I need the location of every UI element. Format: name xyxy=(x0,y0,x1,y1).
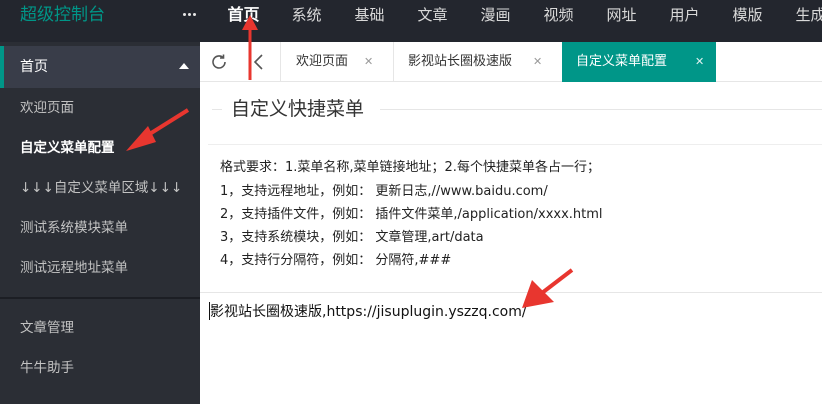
nav-item-url[interactable]: 网址 xyxy=(590,0,653,30)
nav-item-article[interactable]: 文章 xyxy=(401,0,464,30)
close-icon[interactable]: ✕ xyxy=(533,42,542,82)
top-nav: 首页 系统 基础 文章 漫画 视频 网址 用户 模版 生成 xyxy=(212,0,822,30)
tab-bar: 欢迎页面 ✕ 影视站长圈极速版 ✕ 自定义菜单配置 ✕ xyxy=(200,42,822,82)
caret-up-icon xyxy=(179,63,189,69)
refresh-icon[interactable] xyxy=(210,53,228,71)
textarea-value: 影视站长圈极速版,https://jisuplugin.yszzq.com/ xyxy=(210,304,527,320)
sidebar-group-label: 首页 xyxy=(20,59,48,75)
sidebar-divider xyxy=(0,297,200,299)
sidebar-item-custom-menu-area[interactable]: ↓↓↓自定义菜单区域↓↓↓ xyxy=(20,178,182,198)
nav-item-video[interactable]: 视频 xyxy=(527,0,590,30)
fieldset-border xyxy=(212,109,222,110)
help-line: 3，支持系统模块，例如： 文章管理,art/data xyxy=(220,230,484,245)
tab-yingshi[interactable]: 影视站长圈极速版 ✕ xyxy=(393,42,561,82)
tab-label: 自定义菜单配置 xyxy=(576,54,668,69)
sidebar-group-home[interactable]: 首页 xyxy=(0,46,200,88)
tab-custom-menu-config[interactable]: 自定义菜单配置 ✕ xyxy=(562,42,716,82)
more-icon[interactable] xyxy=(183,9,197,21)
nav-item-system[interactable]: 系统 xyxy=(275,0,338,30)
tab-label: 影视站长圈极速版 xyxy=(408,54,513,69)
sidebar-item-article-manage[interactable]: 文章管理 xyxy=(20,318,74,338)
main-content: 自定义快捷菜单 格式要求：1.菜单名称,菜单链接地址；2.每个快捷菜单各占一行；… xyxy=(200,82,822,404)
menu-config-textarea[interactable]: 影视站长圈极速版,https://jisuplugin.yszzq.com/ xyxy=(200,292,822,404)
nav-item-comic[interactable]: 漫画 xyxy=(464,0,527,30)
nav-item-basic[interactable]: 基础 xyxy=(338,0,401,30)
tab-label: 欢迎页面 xyxy=(296,54,349,69)
top-navbar: 超级控制台 首页 系统 基础 文章 漫画 视频 网址 用户 模版 生成 xyxy=(0,0,822,42)
back-icon[interactable] xyxy=(251,54,267,70)
sidebar: 首页 欢迎页面 自定义菜单配置 ↓↓↓自定义菜单区域↓↓↓ 测试系统模块菜单 测… xyxy=(0,42,200,404)
sidebar-item-niuniu-helper[interactable]: 牛牛助手 xyxy=(20,358,74,378)
sidebar-item-test-remote-url[interactable]: 测试远程地址菜单 xyxy=(20,258,128,278)
sidebar-item-custom-menu-config[interactable]: 自定义菜单配置 xyxy=(20,138,115,158)
tab-welcome[interactable]: 欢迎页面 ✕ xyxy=(280,42,393,82)
nav-item-user[interactable]: 用户 xyxy=(653,0,716,30)
close-icon[interactable]: ✕ xyxy=(364,42,373,82)
app-logo-title[interactable]: 超级控制台 xyxy=(20,0,105,30)
format-help-box: 格式要求：1.菜单名称,菜单链接地址；2.每个快捷菜单各占一行； 1，支持远程地… xyxy=(208,144,822,284)
sidebar-item-test-system-module[interactable]: 测试系统模块菜单 xyxy=(20,218,128,238)
close-icon[interactable]: ✕ xyxy=(695,42,704,82)
sidebar-item-welcome[interactable]: 欢迎页面 xyxy=(20,98,74,118)
help-line: 2，支持插件文件，例如： 插件文件菜单,/application/xxxx.ht… xyxy=(220,207,603,222)
nav-item-home[interactable]: 首页 xyxy=(212,0,275,30)
nav-item-generate[interactable]: 生成 xyxy=(779,0,822,30)
help-line: 4，支持行分隔符，例如： 分隔符,### xyxy=(220,253,452,268)
help-line: 1，支持远程地址，例如： 更新日志,//www.baidu.com/ xyxy=(220,184,548,199)
page-title: 自定义快捷菜单 xyxy=(231,98,365,120)
help-line: 格式要求：1.菜单名称,菜单链接地址；2.每个快捷菜单各占一行； xyxy=(220,160,600,175)
fieldset-border xyxy=(380,109,822,110)
nav-item-template[interactable]: 模版 xyxy=(716,0,779,30)
